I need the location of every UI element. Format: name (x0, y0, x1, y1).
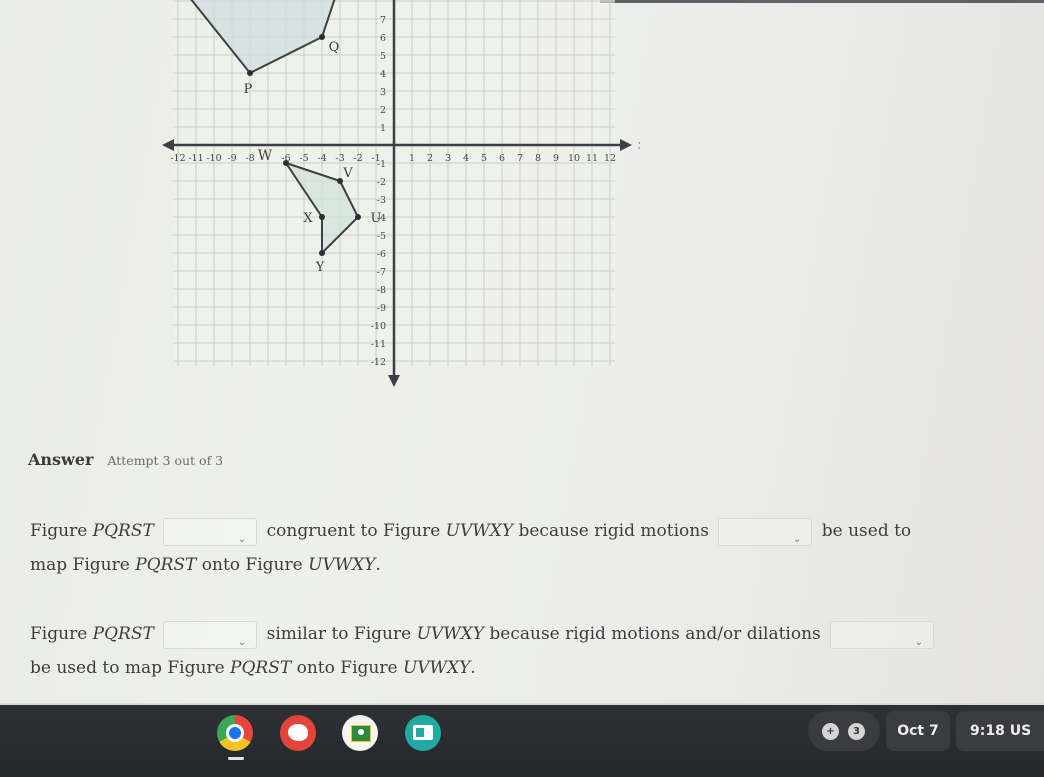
y-tick-label: 1 (380, 123, 386, 134)
time-display[interactable]: 9:18 US (956, 711, 1044, 751)
x-tick-label: -11 (188, 153, 203, 164)
congruent-is-dropdown[interactable]: ⌄ (163, 517, 258, 546)
y-tick-label: -2 (377, 177, 386, 188)
x-tick-label: -3 (335, 153, 344, 164)
vertex-label-w: W (258, 148, 273, 164)
question-congruent: Figure PQRST ⌄ congruent to Figure UVWXY… (30, 514, 911, 582)
running-indicator (228, 757, 244, 760)
y-tick-label: -5 (377, 231, 386, 242)
chevron-down-icon: ⌄ (914, 636, 924, 648)
vertex-label-p: P (244, 82, 253, 97)
y-tick-label: -8 (377, 285, 386, 296)
shelf-taskbar: + 3 Oct 7 9:18 US (0, 703, 1044, 777)
chrome-icon[interactable] (217, 715, 253, 751)
x-tick-label: -8 (245, 153, 254, 164)
window-edge (600, 0, 1044, 3)
x-tick-label: 2 (427, 153, 433, 164)
coordinate-plane: PQVUYX x -12-11-10-9-8W-6-5-4-3-2-112345… (162, 0, 640, 387)
y-tick-label: -10 (371, 321, 386, 332)
paint-icon[interactable] (280, 715, 316, 751)
classroom-icon[interactable] (342, 715, 378, 751)
x-axis-arrow-left (162, 139, 174, 151)
x-axis-label: x (638, 138, 640, 152)
x-tick-label: 8 (535, 153, 541, 164)
chevron-down-icon: ⌄ (792, 533, 802, 545)
y-tick-label: 6 (380, 33, 386, 44)
x-tick-label: -6 (281, 153, 290, 164)
vertex-label-v: V (342, 166, 353, 181)
vertex-label-x: X (303, 211, 313, 226)
rigid-motions-can-dropdown[interactable]: ⌄ (718, 517, 813, 546)
y-tick-label: 7 (380, 15, 386, 26)
x-tick-label: 7 (517, 153, 523, 164)
date-display[interactable]: Oct 7 (886, 711, 950, 751)
x-tick-label: 12 (604, 153, 616, 164)
x-tick-label: -4 (317, 153, 326, 164)
vertex-x (319, 214, 325, 220)
y-tick-label: -11 (371, 339, 386, 350)
y-tick-label: 2 (380, 105, 386, 116)
vertex-y (319, 250, 325, 256)
y-tick-label: -7 (377, 267, 386, 278)
y-tick-label: -1 (377, 159, 386, 170)
answer-title: Answer (28, 450, 94, 469)
x-tick-label: -5 (299, 153, 308, 164)
chevron-down-icon: ⌄ (237, 636, 247, 648)
y-tick-label: 4 (380, 69, 386, 80)
y-tick-label: -9 (377, 303, 386, 314)
y-axis-arrow-down (388, 375, 400, 387)
x-tick-label: 4 (463, 153, 469, 164)
x-tick-label: -12 (170, 153, 185, 164)
y-tick-label: -12 (371, 357, 386, 368)
chevron-down-icon: ⌄ (237, 533, 247, 545)
slides-icon[interactable] (405, 715, 441, 751)
y-tick-label: 5 (380, 51, 386, 62)
x-tick-label: 3 (445, 153, 451, 164)
y-tick-label: 3 (380, 87, 386, 98)
vertex-label-y: Y (315, 260, 325, 275)
vertex-label-q: Q (329, 40, 340, 55)
vertex-u (355, 214, 361, 220)
y-tick-label: -6 (377, 249, 386, 260)
add-icon: + (822, 723, 839, 740)
x-tick-label: 9 (553, 153, 559, 164)
x-tick-label: -9 (227, 153, 236, 164)
x-tick-label: 11 (586, 153, 598, 164)
notification-tray[interactable]: + 3 (808, 711, 880, 751)
x-tick-label: 6 (499, 153, 505, 164)
x-axis-arrow-right (620, 139, 632, 151)
vertex-q (319, 34, 325, 40)
vertex-v (337, 178, 343, 184)
y-tick-label: -3 (377, 195, 386, 206)
answer-header: Answer Attempt 3 out of 3 (28, 450, 223, 469)
x-tick-label: 10 (568, 153, 580, 164)
x-tick-label: -2 (353, 153, 362, 164)
y-tick-label: -4 (377, 213, 386, 224)
notification-count-badge: 3 (848, 723, 865, 740)
x-tick-label: 5 (481, 153, 487, 164)
question-similar: Figure PQRST ⌄ similar to Figure UVWXY b… (30, 617, 938, 685)
attempt-counter: Attempt 3 out of 3 (107, 453, 224, 468)
dilations-can-dropdown[interactable]: ⌄ (830, 620, 935, 649)
x-tick-label: -10 (206, 153, 221, 164)
x-tick-label: 1 (409, 153, 415, 164)
vertex-p (247, 70, 253, 76)
similar-is-dropdown[interactable]: ⌄ (163, 620, 258, 649)
